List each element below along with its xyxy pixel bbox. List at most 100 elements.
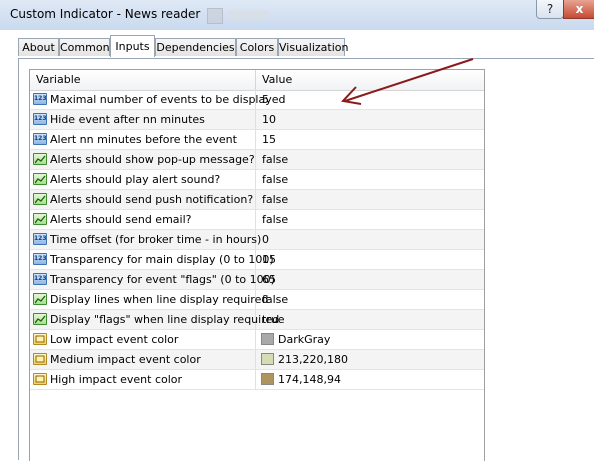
table-row[interactable]: Alerts should show pop-up message? false	[30, 150, 484, 170]
table-row[interactable]: 123 Transparency for event "flags" (0 to …	[30, 270, 484, 290]
variable-value[interactable]: false	[262, 170, 288, 189]
variable-value[interactable]: 0	[262, 230, 269, 249]
value-cell[interactable]: true	[256, 310, 484, 329]
variable-name: Alerts should send push notification?	[50, 193, 254, 206]
color-type-icon	[33, 373, 47, 385]
variable-cell: Alerts should play alert sound?	[30, 170, 256, 189]
variable-value[interactable]: false	[262, 190, 288, 209]
value-cell[interactable]: 15	[256, 250, 484, 269]
grid-header: Variable Value	[30, 70, 484, 91]
variable-cell: Display "flags" when line display requir…	[30, 310, 279, 329]
bool-type-icon	[33, 313, 47, 325]
variable-value[interactable]: 174,148,94	[278, 370, 341, 389]
value-cell[interactable]: 0	[256, 230, 484, 249]
variable-value[interactable]: false	[262, 210, 288, 229]
value-cell[interactable]: false	[256, 150, 484, 169]
variable-name: Hide event after nn minutes	[50, 113, 205, 126]
variable-name: Medium impact event color	[50, 353, 201, 366]
number-type-icon: 123	[33, 133, 47, 145]
tab-visualization[interactable]: Visualization	[278, 38, 348, 56]
table-row[interactable]: High impact event color 174,148,94	[30, 370, 484, 390]
table-row[interactable]: Display "flags" when line display requir…	[30, 310, 484, 330]
variable-name: Alerts should play alert sound?	[50, 173, 221, 186]
table-row[interactable]: Low impact event color DarkGray	[30, 330, 484, 350]
color-swatch[interactable]	[261, 373, 274, 385]
variable-value[interactable]: false	[262, 290, 288, 309]
table-row[interactable]: Medium impact event color 213,220,180	[30, 350, 484, 370]
bool-type-icon	[33, 153, 47, 165]
variable-value[interactable]: false	[262, 150, 288, 169]
variable-value[interactable]: 65	[262, 270, 276, 289]
variable-cell: 123 Maximal number of events to be displa…	[30, 90, 286, 109]
color-swatch[interactable]	[261, 333, 274, 345]
column-header-value[interactable]: Value	[256, 70, 484, 90]
variable-cell: 123 Alert nn minutes before the event	[30, 130, 256, 149]
value-cell[interactable]: false	[256, 190, 484, 209]
column-header-variable[interactable]: Variable	[30, 70, 256, 90]
value-cell[interactable]: 65	[256, 270, 484, 289]
variable-value[interactable]: 213,220,180	[278, 350, 348, 369]
table-row[interactable]: Alerts should play alert sound? false	[30, 170, 484, 190]
value-cell[interactable]: false	[256, 170, 484, 189]
variable-name: Alert nn minutes before the event	[50, 133, 237, 146]
color-type-icon	[33, 333, 47, 345]
number-type-icon: 123	[33, 253, 47, 265]
value-cell[interactable]: 10	[256, 110, 484, 129]
number-type-icon: 123	[33, 93, 47, 105]
value-cell[interactable]: 174,148,94	[256, 370, 484, 389]
variable-cell: 123 Hide event after nn minutes	[30, 110, 256, 129]
value-cell[interactable]: 15	[256, 130, 484, 149]
bool-type-icon	[33, 293, 47, 305]
variable-name: Low impact event color	[50, 333, 179, 346]
value-cell[interactable]: false	[256, 210, 484, 229]
variable-name: Transparency for main display (0 to 100)	[50, 253, 274, 266]
value-cell[interactable]: DarkGray	[256, 330, 484, 349]
variable-value[interactable]: 10	[262, 110, 276, 129]
value-cell[interactable]: 5	[256, 90, 484, 109]
color-swatch[interactable]	[261, 353, 274, 365]
help-button[interactable]: ?	[536, 0, 564, 19]
number-type-icon: 123	[33, 113, 47, 125]
number-type-icon: 123	[33, 233, 47, 245]
variable-name: Alerts should send email?	[50, 213, 192, 226]
variable-cell: High impact event color	[30, 370, 256, 389]
variable-cell: Medium impact event color	[30, 350, 256, 369]
color-type-icon	[33, 353, 47, 365]
close-button[interactable]: x	[563, 0, 594, 19]
value-cell[interactable]: 213,220,180	[256, 350, 484, 369]
background-window-label	[228, 10, 268, 19]
variable-value[interactable]: 5	[262, 90, 269, 109]
table-row[interactable]: 123 Hide event after nn minutes 10	[30, 110, 484, 130]
variable-cell: Display lines when line display required	[30, 290, 268, 309]
table-row[interactable]: 123 Alert nn minutes before the event 15	[30, 130, 484, 150]
value-cell[interactable]: false	[256, 290, 484, 309]
variable-cell: 123 Transparency for event "flags" (0 to …	[30, 270, 275, 289]
dialog-content: About Common Inputs Dependencies Colors …	[0, 30, 594, 461]
tab-dependencies[interactable]: Dependencies	[155, 38, 236, 56]
tab-colors[interactable]: Colors	[236, 38, 278, 56]
variable-value[interactable]: DarkGray	[278, 330, 330, 349]
tab-common[interactable]: Common	[59, 38, 110, 56]
variable-value[interactable]: 15	[262, 250, 276, 269]
table-row[interactable]: 123 Transparency for main display (0 to 1…	[30, 250, 484, 270]
variable-value[interactable]: true	[262, 310, 285, 329]
variable-name: High impact event color	[50, 373, 183, 386]
table-row[interactable]: Alerts should send push notification? fal…	[30, 190, 484, 210]
variable-cell: Alerts should send email?	[30, 210, 256, 229]
tab-about[interactable]: About	[18, 38, 59, 56]
table-row[interactable]: 123 Maximal number of events to be displa…	[30, 90, 484, 110]
bool-type-icon	[33, 193, 47, 205]
variable-value[interactable]: 15	[262, 130, 276, 149]
table-row[interactable]: Display lines when line display required…	[30, 290, 484, 310]
variable-cell: 123 Transparency for main display (0 to 1…	[30, 250, 274, 269]
inputs-panel: Variable Value 123 Maximal number of even…	[18, 58, 594, 461]
variable-name: Alerts should show pop-up message?	[50, 153, 255, 166]
variable-name: Time offset (for broker time - in hours)	[50, 233, 262, 246]
bool-type-icon	[33, 173, 47, 185]
background-window-icon	[207, 8, 223, 24]
tab-inputs[interactable]: Inputs	[110, 35, 155, 57]
title-bar[interactable]: Custom Indicator - News reader ? x	[0, 0, 594, 30]
table-row[interactable]: 123 Time offset (for broker time - in hou…	[30, 230, 484, 250]
window-title: Custom Indicator - News reader	[10, 7, 201, 21]
table-row[interactable]: Alerts should send email? false	[30, 210, 484, 230]
